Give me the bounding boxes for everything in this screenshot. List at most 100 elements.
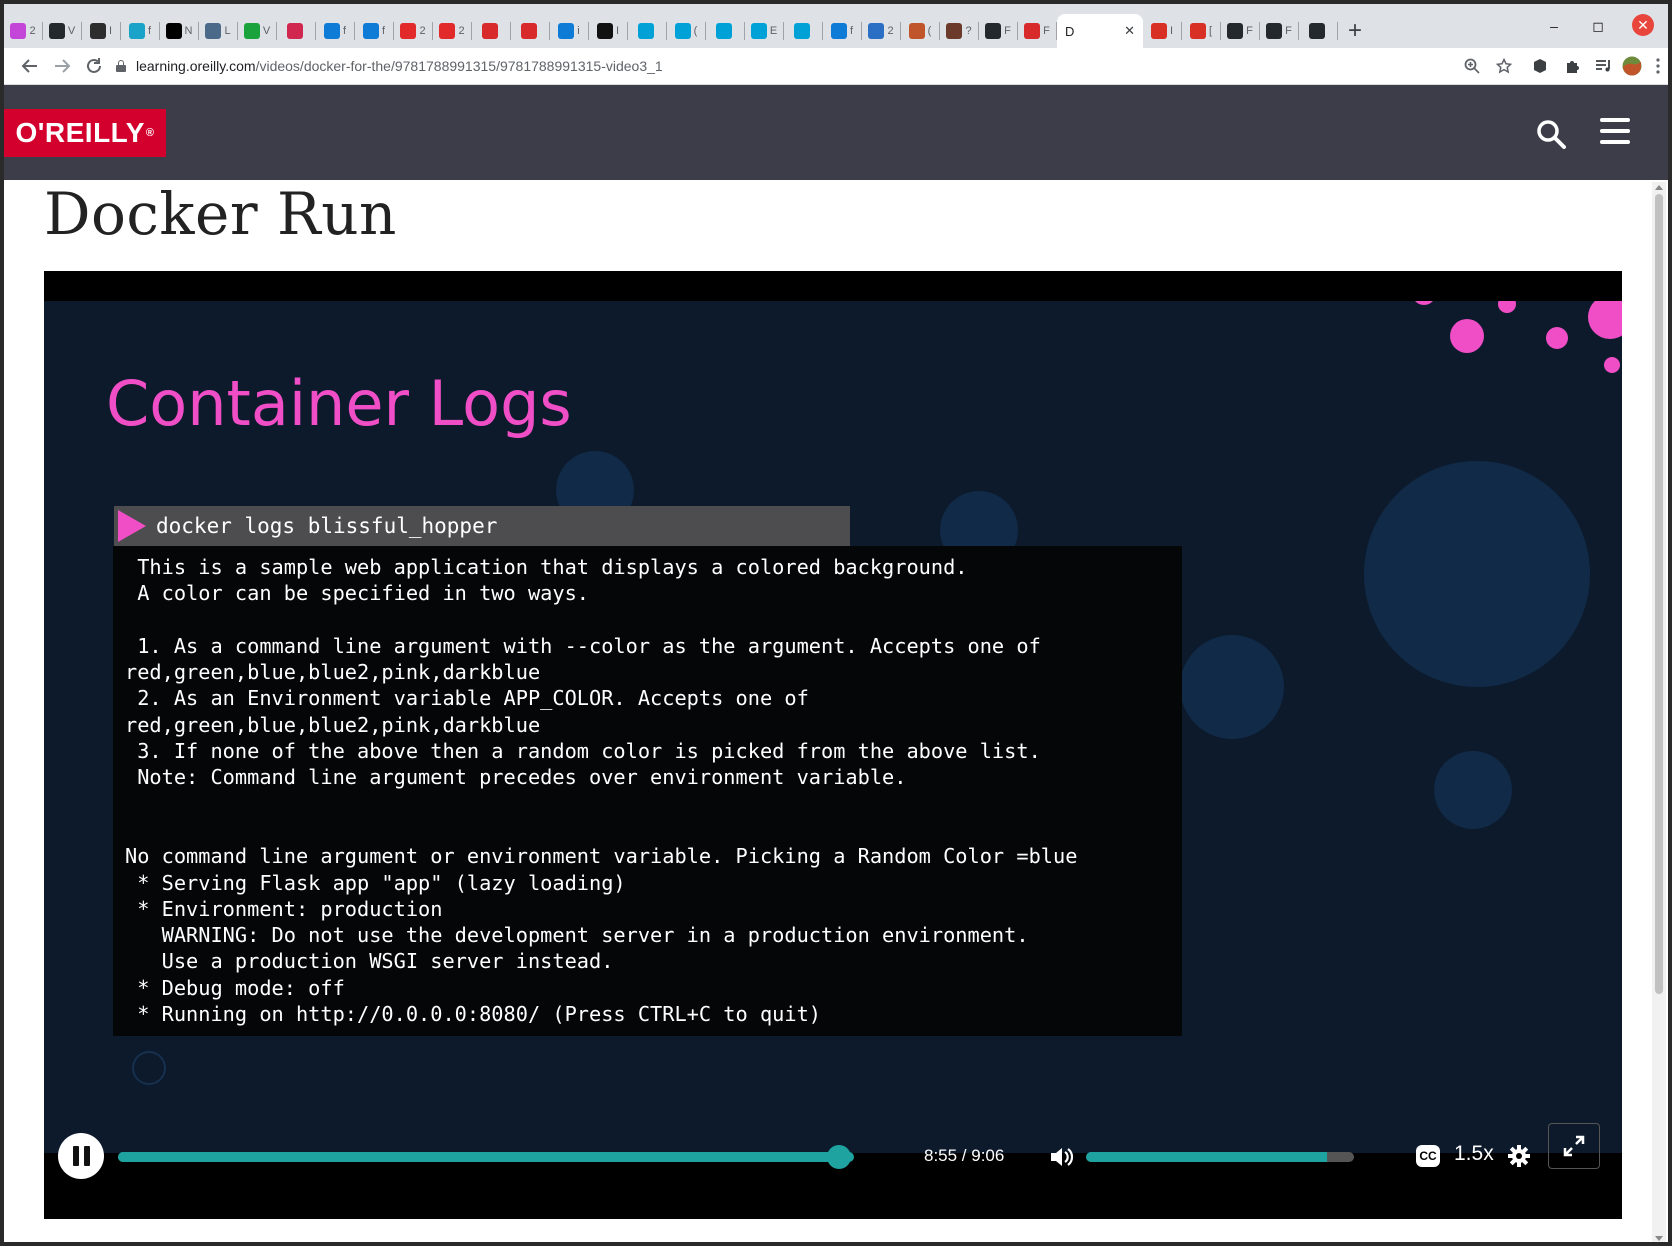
maximize-button[interactable]: ◻ <box>1576 4 1620 48</box>
oreilly-logo[interactable]: O'REILLY ® <box>4 109 166 157</box>
browser-tab[interactable] <box>1299 14 1337 48</box>
browser-tab[interactable]: f <box>823 14 861 48</box>
browser-tab[interactable]: f <box>121 14 159 48</box>
browser-tab[interactable]: ( <box>901 14 939 48</box>
media-queue-icon[interactable] <box>1594 56 1614 76</box>
decor-bubble <box>1450 319 1484 353</box>
browser-tab[interactable]: I <box>589 14 627 48</box>
playback-speed-button[interactable]: 1.5x <box>1454 1142 1494 1166</box>
settings-gear-icon[interactable] <box>1506 1143 1532 1169</box>
tab-favicon-icon <box>89 23 106 39</box>
browser-tab[interactable]: F <box>979 14 1017 48</box>
browser-tab[interactable] <box>511 14 549 48</box>
extension-cube-icon[interactable] <box>1530 56 1550 76</box>
seek-bar[interactable] <box>118 1145 854 1169</box>
closed-captions-icon[interactable]: CC <box>1416 1145 1440 1167</box>
tab-title: 2 <box>887 25 894 37</box>
arrow-left-icon <box>21 59 37 73</box>
page-scrollbar[interactable] <box>1652 182 1666 1242</box>
close-tab-icon[interactable]: ✕ <box>1124 23 1135 39</box>
browser-tab[interactable] <box>277 14 315 48</box>
active-tab[interactable]: D ✕ <box>1057 14 1143 48</box>
tab-favicon-icon <box>1266 23 1283 39</box>
video-player[interactable]: Container Logs docker logs blissful_hopp… <box>44 271 1622 1219</box>
browser-tab[interactable]: N <box>160 14 198 48</box>
volume-level <box>1086 1152 1328 1162</box>
tab-favicon-icon <box>1308 23 1325 39</box>
tab-title: f <box>381 25 386 37</box>
active-tab-title: D <box>1065 23 1075 39</box>
time-display: 8:55 / 9:06 <box>924 1146 1005 1165</box>
address-bar[interactable]: learning.oreilly.com/videos/docker-for-t… <box>116 52 1518 80</box>
tab-title: 2 <box>458 25 465 37</box>
video-frame: Container Logs docker logs blissful_hopp… <box>44 301 1622 1153</box>
tab-title: V <box>67 25 76 37</box>
volume-icon[interactable] <box>1048 1144 1074 1170</box>
extensions-puzzle-icon[interactable] <box>1562 56 1582 76</box>
browser-tab[interactable]: F <box>1260 14 1298 48</box>
tab-favicon-icon <box>1150 23 1167 39</box>
tab-favicon-icon <box>323 23 340 39</box>
browser-tab[interactable]: I <box>1143 14 1181 48</box>
tab-title: i <box>577 25 580 37</box>
browser-tab[interactable]: 2 <box>394 14 432 48</box>
tab-favicon-icon <box>830 23 847 39</box>
browser-tab[interactable]: ? <box>940 14 978 48</box>
browser-tab[interactable]: [ <box>1182 14 1220 48</box>
browser-tab[interactable]: V <box>238 14 276 48</box>
tab-favicon-icon <box>481 23 498 39</box>
tab-favicon-icon <box>985 23 1002 39</box>
scroll-up-arrow[interactable] <box>1655 185 1663 190</box>
browser-tab[interactable]: f <box>316 14 354 48</box>
new-tab-button[interactable]: + <box>1338 14 1372 48</box>
hamburger-menu-icon[interactable] <box>1600 118 1630 148</box>
back-button[interactable] <box>18 54 42 78</box>
tab-strip: 2 V If N L Vf f 2 2 i I(Ef 2(? F F D ✕ I[F F + <box>4 4 1668 48</box>
browser-tab[interactable]: 2 <box>4 14 42 48</box>
browser-tab[interactable] <box>628 14 666 48</box>
tab-favicon-icon <box>439 23 456 39</box>
seek-handle[interactable] <box>827 1145 852 1169</box>
browser-tab[interactable]: F <box>1018 14 1056 48</box>
browser-tab[interactable]: I <box>82 14 120 48</box>
fullscreen-button[interactable] <box>1548 1123 1600 1169</box>
url-host: learning.oreilly.com <box>136 58 256 74</box>
search-icon[interactable] <box>1534 117 1568 151</box>
page-title: Docker Run <box>44 180 397 248</box>
decor-bubble <box>1546 327 1568 349</box>
slide-title: Container Logs <box>106 367 572 440</box>
more-menu-icon[interactable] <box>1648 56 1668 76</box>
tab-favicon-icon <box>946 23 963 39</box>
decor-bubble <box>1604 357 1620 373</box>
browser-tab[interactable]: 2 <box>862 14 900 48</box>
browser-tab[interactable]: ( <box>667 14 705 48</box>
tab-title: F <box>1285 25 1292 37</box>
tab-title: 2 <box>29 25 36 37</box>
scroll-down-arrow[interactable] <box>1655 1236 1663 1241</box>
bookmark-star-icon[interactable] <box>1494 56 1514 76</box>
reload-button[interactable] <box>82 54 106 78</box>
zoom-icon[interactable] <box>1462 56 1482 76</box>
profile-avatar-icon[interactable] <box>1622 56 1642 76</box>
browser-tab[interactable]: F <box>1221 14 1259 48</box>
browser-tab[interactable]: V <box>43 14 81 48</box>
tab-favicon-icon <box>128 23 145 39</box>
tab-favicon-icon <box>637 23 654 39</box>
browser-tab[interactable] <box>706 14 744 48</box>
minimize-button[interactable]: – <box>1532 4 1576 48</box>
tab-title: ( <box>927 25 932 37</box>
browser-tab[interactable]: 2 <box>433 14 471 48</box>
browser-tab[interactable]: E <box>745 14 783 48</box>
close-window-button[interactable]: ✕ <box>1632 14 1654 36</box>
terminal-text: This is a sample web application that di… <box>125 555 1078 1027</box>
browser-tab[interactable] <box>472 14 510 48</box>
browser-tab[interactable]: i <box>550 14 588 48</box>
browser-tab[interactable]: L <box>199 14 237 48</box>
browser-tab[interactable] <box>784 14 822 48</box>
pause-button[interactable] <box>58 1133 104 1179</box>
tab-favicon-icon <box>48 23 65 39</box>
browser-tab[interactable]: f <box>355 14 393 48</box>
volume-slider[interactable] <box>1086 1152 1354 1162</box>
forward-button[interactable] <box>50 54 74 78</box>
scroll-thumb[interactable] <box>1655 194 1663 994</box>
